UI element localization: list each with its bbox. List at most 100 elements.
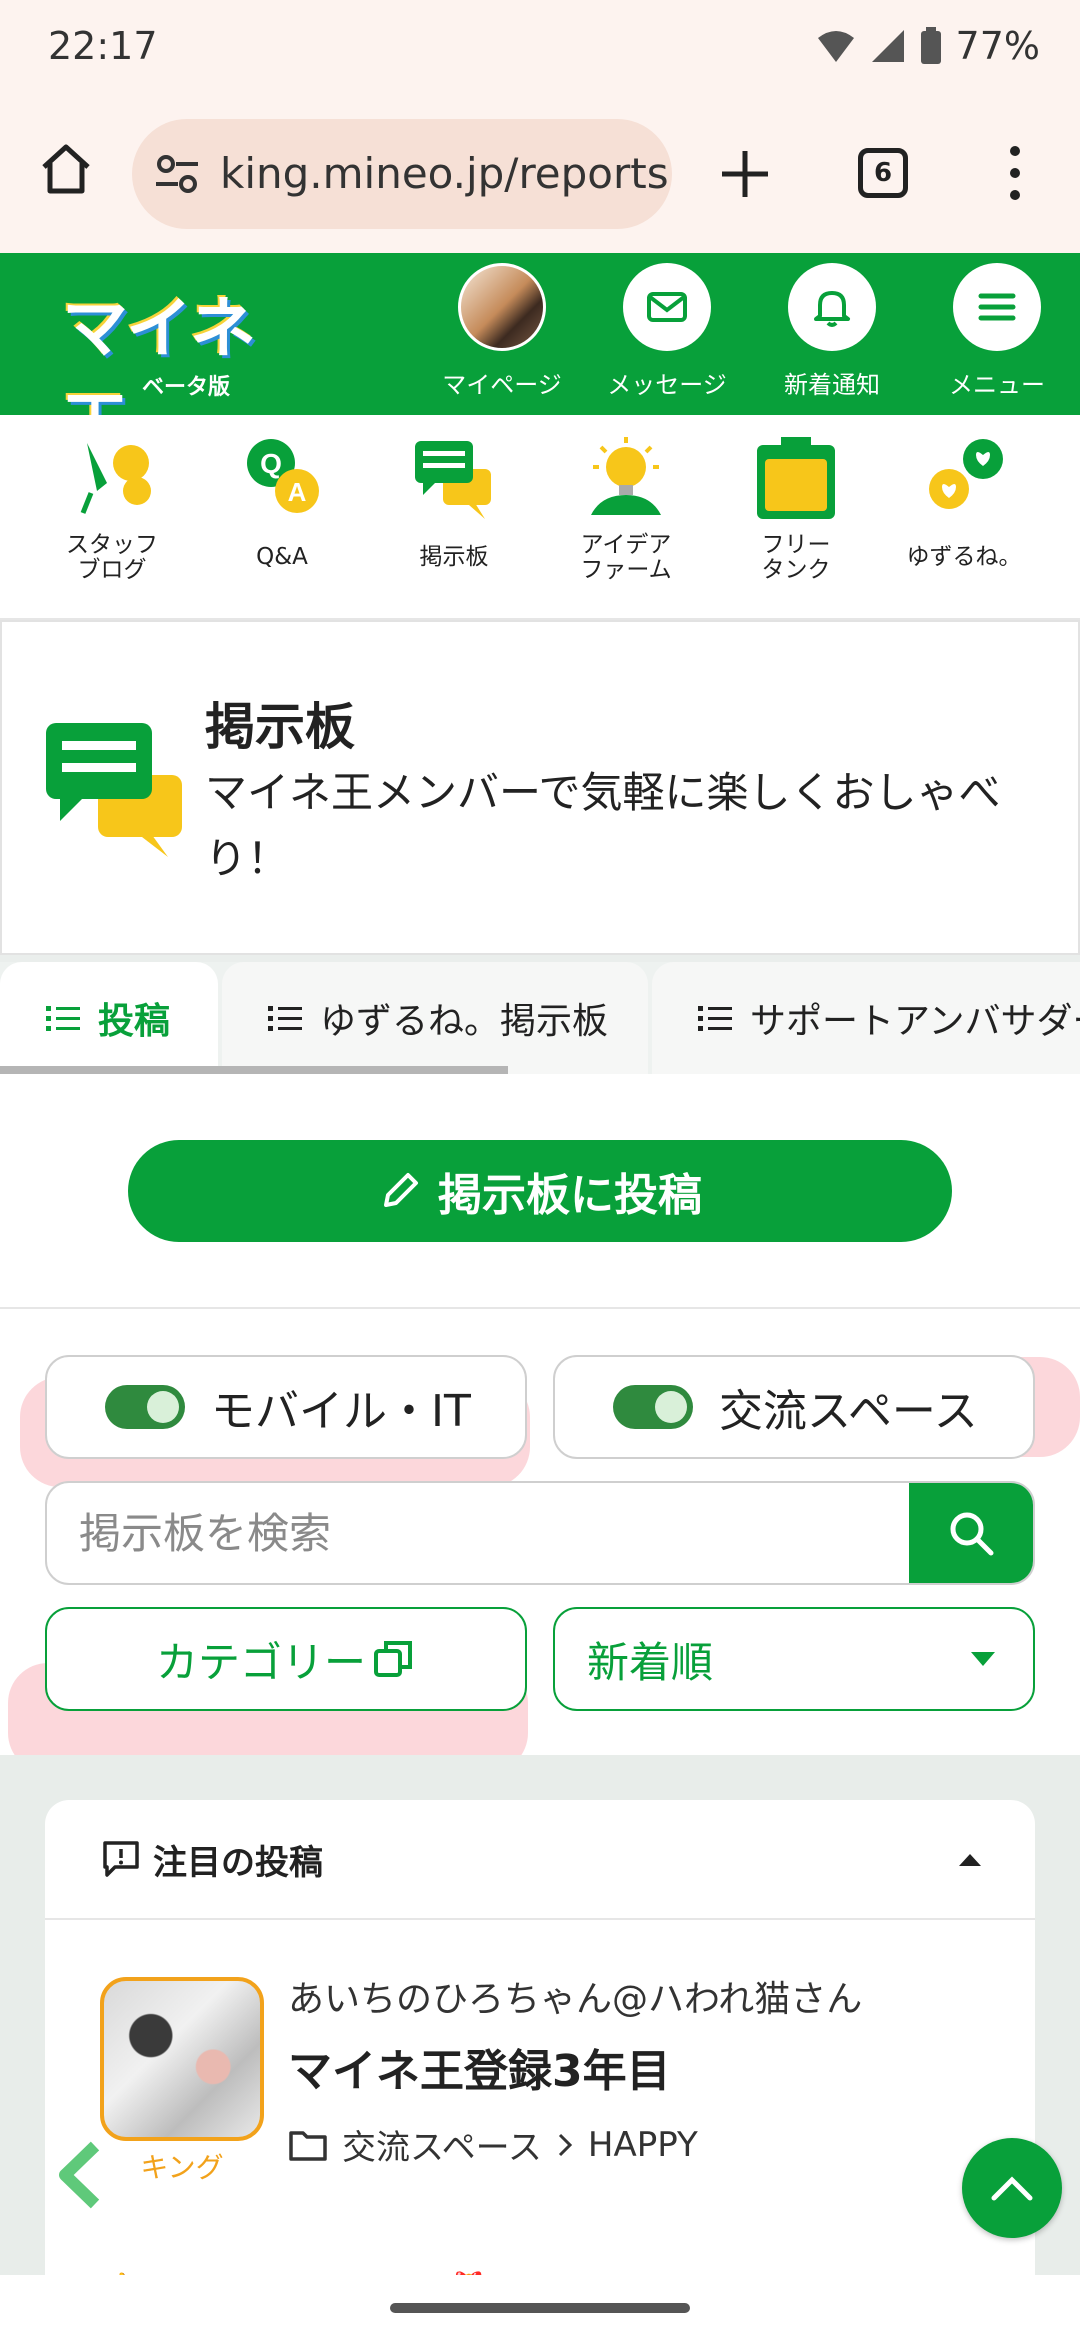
board-icon (415, 441, 491, 519)
post-author-avatar[interactable] (100, 1977, 264, 2141)
free-tank-label: フリー タンク (761, 532, 831, 583)
list-icon (268, 1006, 302, 1031)
yuzurune-icon (929, 439, 1003, 509)
tab-support-ambassador[interactable]: サポートアンバサダー (652, 962, 1080, 1074)
feedback-icon (103, 1841, 139, 1877)
battery-percent: 77% (955, 24, 1040, 68)
prev-arrow-icon[interactable] (55, 2140, 105, 2210)
system-nav-bar (0, 2275, 1080, 2340)
avatar (458, 263, 546, 351)
notification-label: 新着通知 (784, 371, 880, 399)
mobile-it-toggle[interactable]: モバイル・IT (45, 1355, 527, 1459)
featured-header[interactable]: 注目の投稿 (45, 1800, 1035, 1920)
featured-title: 注目の投稿 (153, 1842, 323, 1883)
gesture-handle[interactable] (390, 2303, 690, 2313)
mobile-it-label: モバイル・IT (211, 1386, 471, 1437)
search-icon (950, 1512, 994, 1556)
tank-icon (757, 437, 835, 519)
quick-nav-board[interactable]: 掲示板 (384, 433, 524, 570)
site-settings-icon[interactable] (154, 151, 200, 197)
my-page-label: マイページ (442, 371, 562, 399)
search-box (45, 1481, 1035, 1585)
quick-nav-idea-farm[interactable]: アイデア ファーム (556, 433, 696, 583)
featured-posts: 注目の投稿 キング あいちのひろちゃん@ハわれ猫さん マイネ王登録3年目 交流ス… (45, 1800, 1035, 2308)
search-button[interactable] (909, 1483, 1033, 1583)
board-icon (46, 723, 182, 857)
message-label: メッセージ (607, 371, 727, 399)
staff-blog-label: スタッフ ブログ (66, 532, 158, 583)
status-icons: 77% (816, 24, 1040, 68)
quick-nav-staff-blog[interactable]: スタッフ ブログ (42, 433, 182, 583)
scroll-to-top-button[interactable] (962, 2138, 1062, 2238)
sort-select[interactable]: 新着順 (553, 1607, 1035, 1711)
community-space-toggle[interactable]: 交流スペース (553, 1355, 1035, 1459)
browser-toolbar: king.mineo.jp/reports 6 (0, 95, 1080, 253)
post-title[interactable]: マイネ王登録3年目 (288, 2035, 671, 2099)
quick-nav-yuzurune[interactable]: ゆずるね。 (894, 433, 1034, 570)
caret-up-icon[interactable] (957, 1852, 983, 1868)
post-to-board-button[interactable]: 掲示板に投稿 (128, 1140, 952, 1242)
mail-icon (623, 263, 711, 351)
post-button-area: 掲示板に投稿 (0, 1074, 1080, 1309)
tab-posts-label: 投稿 (98, 1001, 171, 1042)
subcategory-name: HAPPY (587, 2124, 698, 2165)
svg-text:Q: Q (260, 448, 282, 479)
quick-nav-qa[interactable]: QA Q&A (212, 433, 352, 570)
tab-posts[interactable]: 投稿 (0, 962, 218, 1074)
sort-label: 新着順 (587, 1637, 714, 1687)
home-icon[interactable] (36, 139, 96, 199)
board-label: 掲示板 (419, 544, 489, 570)
filter-area: モバイル・IT 交流スペース カテゴリー 新着順 (0, 1309, 1080, 1773)
idea-farm-label: アイデア ファーム (580, 532, 672, 583)
staff-blog-icon (80, 443, 151, 514)
post-button-label: 掲示板に投稿 (438, 1170, 702, 1221)
url-text[interactable]: king.mineo.jp/reports (220, 149, 669, 198)
menu-button[interactable]: メニュー (922, 263, 1072, 400)
tab-support-label: サポートアンバサダー (750, 1001, 1080, 1042)
search-input[interactable] (47, 1483, 917, 1583)
tab-scroll-indicator (0, 1066, 508, 1074)
bell-icon (788, 263, 876, 351)
page-description: マイネ王メンバーで気軽に楽しくおしゃべり！ (205, 768, 1001, 883)
list-icon (46, 1006, 80, 1031)
svg-text:A: A (288, 477, 307, 507)
chevron-right-icon (558, 2133, 573, 2156)
more-options-icon[interactable] (1000, 143, 1030, 203)
category-button[interactable]: カテゴリー (45, 1607, 527, 1711)
tab-count: 6 (873, 158, 893, 188)
logo-beta-label: ベータ版 (142, 375, 231, 400)
my-page-button[interactable]: マイページ (427, 263, 577, 400)
new-tab-icon[interactable] (718, 147, 772, 201)
toggle-switch[interactable] (105, 1385, 185, 1429)
board-intro: 掲示板 マイネ王メンバーで気軽に楽しくおしゃべり！ (0, 620, 1080, 955)
signal-icon (871, 30, 904, 62)
quick-nav-free-tank[interactable]: フリー タンク (726, 433, 866, 583)
qa-icon: QA (247, 439, 319, 513)
tab-switcher-button[interactable]: 6 (858, 148, 908, 198)
post-author-name[interactable]: あいちのひろちゃん@ハわれ猫さん (288, 1970, 862, 2022)
tab-yuzurune-board[interactable]: ゆずるね。掲示板 (222, 962, 648, 1074)
rank-badge: キング (140, 2151, 224, 2184)
site-header: マイネ王 ベータ版 マイページ メッセージ 新着通知 メニュー (0, 253, 1080, 463)
menu-label: メニュー (949, 371, 1045, 399)
menu-icon (953, 263, 1041, 351)
quick-nav: スタッフ ブログ QA Q&A 掲示板 アイデア ファーム フリー タンク ゆず… (0, 415, 1080, 620)
battery-icon (920, 27, 941, 64)
message-button[interactable]: メッセージ (592, 263, 742, 400)
status-time: 22:17 (48, 24, 158, 68)
address-bar[interactable]: king.mineo.jp/reports (132, 119, 672, 229)
pencil-icon (384, 1173, 418, 1207)
list-icon (698, 1006, 732, 1031)
wifi-icon (817, 31, 854, 62)
notification-button[interactable]: 新着通知 (757, 263, 907, 400)
post-category[interactable]: 交流スペース HAPPY (288, 2120, 698, 2169)
category-name: 交流スペース (342, 2128, 542, 2168)
page-title: 掲示板 (205, 698, 355, 756)
open-window-icon (374, 1641, 412, 1677)
site-logo[interactable]: マイネ王 ベータ版 (62, 275, 302, 463)
chevron-up-icon (991, 2176, 1033, 2201)
toggle-switch[interactable] (613, 1385, 693, 1429)
idea-icon (591, 437, 661, 515)
category-label: カテゴリー (155, 1637, 366, 1687)
community-space-label: 交流スペース (719, 1386, 978, 1437)
